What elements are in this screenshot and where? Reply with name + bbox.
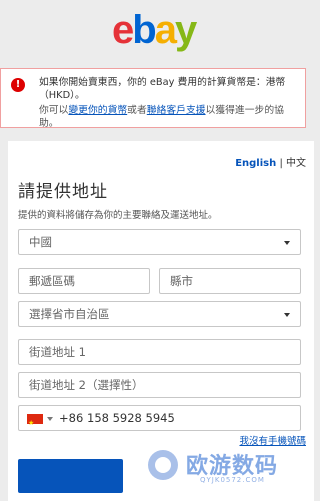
logo-letter: a: [154, 8, 177, 52]
continue-button[interactable]: [18, 459, 123, 493]
phone-number-value[interactable]: 158 5928 5945: [87, 406, 175, 430]
notice-line-2: 你可以變更你的貨幣或者聯絡客戶支援以獲得進一步的協助。: [39, 104, 295, 130]
logo-letter: y: [174, 8, 197, 52]
notice-line-1: 如果你開始賣東西，你的 eBay 費用的計算貨幣是：港幣（HKD）。: [39, 77, 286, 101]
province-select[interactable]: 選擇省市自治區: [18, 301, 301, 327]
lang-separator: |: [279, 158, 283, 169]
page-title: 請提供地址: [18, 182, 108, 202]
contact-support-link[interactable]: 聯絡客戶支援: [147, 105, 206, 116]
no-phone-link[interactable]: 我沒有手機號碼: [239, 433, 306, 447]
notice-text: 你可以: [39, 105, 69, 116]
notice-text: 或者: [127, 105, 147, 116]
header: ebay: [0, 0, 320, 64]
logo-letter: e: [112, 8, 134, 52]
ebay-logo[interactable]: ebay: [112, 8, 197, 52]
logo-letter: b: [132, 8, 156, 52]
street1-field[interactable]: 街道地址 1: [18, 339, 301, 365]
watermark-url: QYJK0572.COM: [200, 476, 265, 484]
currency-notice: ! 如果你開始賣東西，你的 eBay 費用的計算貨幣是：港幣（HKD）。 你可以…: [0, 68, 306, 130]
country-select[interactable]: 中國: [18, 229, 301, 255]
city-field[interactable]: 縣市: [159, 268, 301, 294]
watermark-logo-icon: [148, 450, 178, 480]
lang-chinese[interactable]: 中文: [286, 158, 306, 169]
china-flag-icon[interactable]: [27, 411, 43, 435]
phone-field[interactable]: +86 158 5928 5945: [18, 405, 301, 435]
lang-english[interactable]: English: [235, 158, 276, 169]
postcode-field[interactable]: 郵遞區碼: [18, 268, 150, 294]
chevron-down-icon[interactable]: [47, 417, 53, 421]
watermark: 欧游数码 QYJK0572.COM: [148, 446, 308, 490]
error-icon: !: [11, 78, 25, 92]
phone-country-code: +86: [59, 411, 84, 425]
form-subtitle: 提供的資料將儲存為你的主要聯絡及運送地址。: [18, 210, 218, 221]
language-switcher: English | 中文: [235, 154, 306, 169]
change-currency-link[interactable]: 變更你的貨幣: [68, 105, 127, 116]
street2-field[interactable]: 街道地址 2（選擇性）: [18, 372, 301, 398]
